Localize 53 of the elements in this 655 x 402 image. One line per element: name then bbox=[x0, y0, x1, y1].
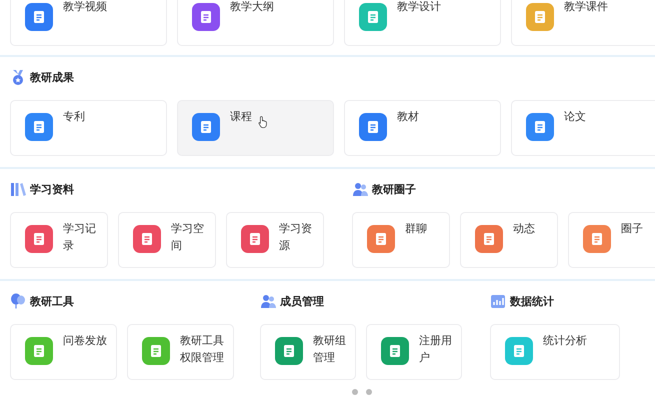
app-card[interactable]: 学习空间 bbox=[118, 212, 216, 268]
app-label: 教研组管理 bbox=[313, 333, 347, 366]
app-label: 学习资源 bbox=[279, 221, 313, 254]
app-label: 教学课件 bbox=[564, 0, 608, 15]
balloon-icon bbox=[10, 293, 26, 309]
app-card[interactable]: 动态 bbox=[460, 212, 558, 268]
chart-icon bbox=[490, 293, 506, 309]
app-card[interactable]: 教材 bbox=[344, 100, 501, 156]
app-card[interactable]: 教研组管理 bbox=[260, 324, 356, 380]
app-label: 教学大纲 bbox=[230, 0, 274, 15]
app-card[interactable]: 教学视频 bbox=[10, 0, 167, 46]
app-label: 课程 bbox=[230, 109, 252, 125]
app-label: 统计分析 bbox=[543, 333, 587, 349]
app-card[interactable]: 教研工具权限管理 bbox=[127, 324, 234, 380]
app-card[interactable]: 群聊 bbox=[352, 212, 450, 268]
app-card[interactable]: 学习资源 bbox=[226, 212, 324, 268]
app-label: 学习空间 bbox=[171, 221, 205, 254]
app-label: 教材 bbox=[397, 109, 419, 125]
section-title: 教研成果 bbox=[30, 70, 74, 84]
app-card[interactable]: 专利 bbox=[10, 100, 167, 156]
app-card[interactable]: 统计分析 bbox=[490, 324, 620, 380]
app-card[interactable]: 论文 bbox=[511, 100, 655, 156]
people-icon bbox=[260, 293, 276, 309]
medal-icon bbox=[10, 69, 26, 85]
app-card[interactable]: 教学大纲 bbox=[177, 0, 334, 46]
app-card[interactable]: 注册用户 bbox=[366, 324, 462, 380]
page-dot[interactable] bbox=[366, 389, 372, 395]
app-label: 注册用户 bbox=[419, 333, 453, 366]
app-label: 专利 bbox=[63, 109, 85, 125]
app-card[interactable]: 教学设计 bbox=[344, 0, 501, 46]
app-label: 教研工具权限管理 bbox=[180, 333, 225, 366]
app-label: 问卷发放 bbox=[63, 333, 107, 349]
app-label: 教学视频 bbox=[63, 0, 107, 15]
page-dot[interactable] bbox=[352, 389, 358, 395]
books-icon bbox=[10, 181, 26, 197]
section-title: 学习资料 bbox=[30, 182, 74, 196]
app-card[interactable]: 学习记录 bbox=[10, 212, 108, 268]
app-label: 动态 bbox=[513, 221, 535, 237]
app-label: 论文 bbox=[564, 109, 586, 125]
app-label: 教学设计 bbox=[397, 0, 441, 15]
app-card[interactable]: 教学课件 bbox=[511, 0, 655, 46]
section-title: 教研圈子 bbox=[372, 182, 416, 196]
app-card[interactable]: 圈子 bbox=[568, 212, 655, 268]
app-card[interactable]: 问卷发放 bbox=[10, 324, 117, 380]
app-label: 圈子 bbox=[621, 221, 643, 237]
hand-cursor-icon bbox=[258, 115, 268, 129]
section-title: 成员管理 bbox=[280, 294, 324, 308]
people-icon bbox=[352, 181, 368, 197]
section-title: 教研工具 bbox=[30, 294, 74, 308]
app-card[interactable]: 课程 bbox=[177, 100, 334, 156]
section-title: 数据统计 bbox=[510, 294, 554, 308]
app-label: 学习记录 bbox=[63, 221, 97, 254]
app-label: 群聊 bbox=[405, 221, 427, 237]
